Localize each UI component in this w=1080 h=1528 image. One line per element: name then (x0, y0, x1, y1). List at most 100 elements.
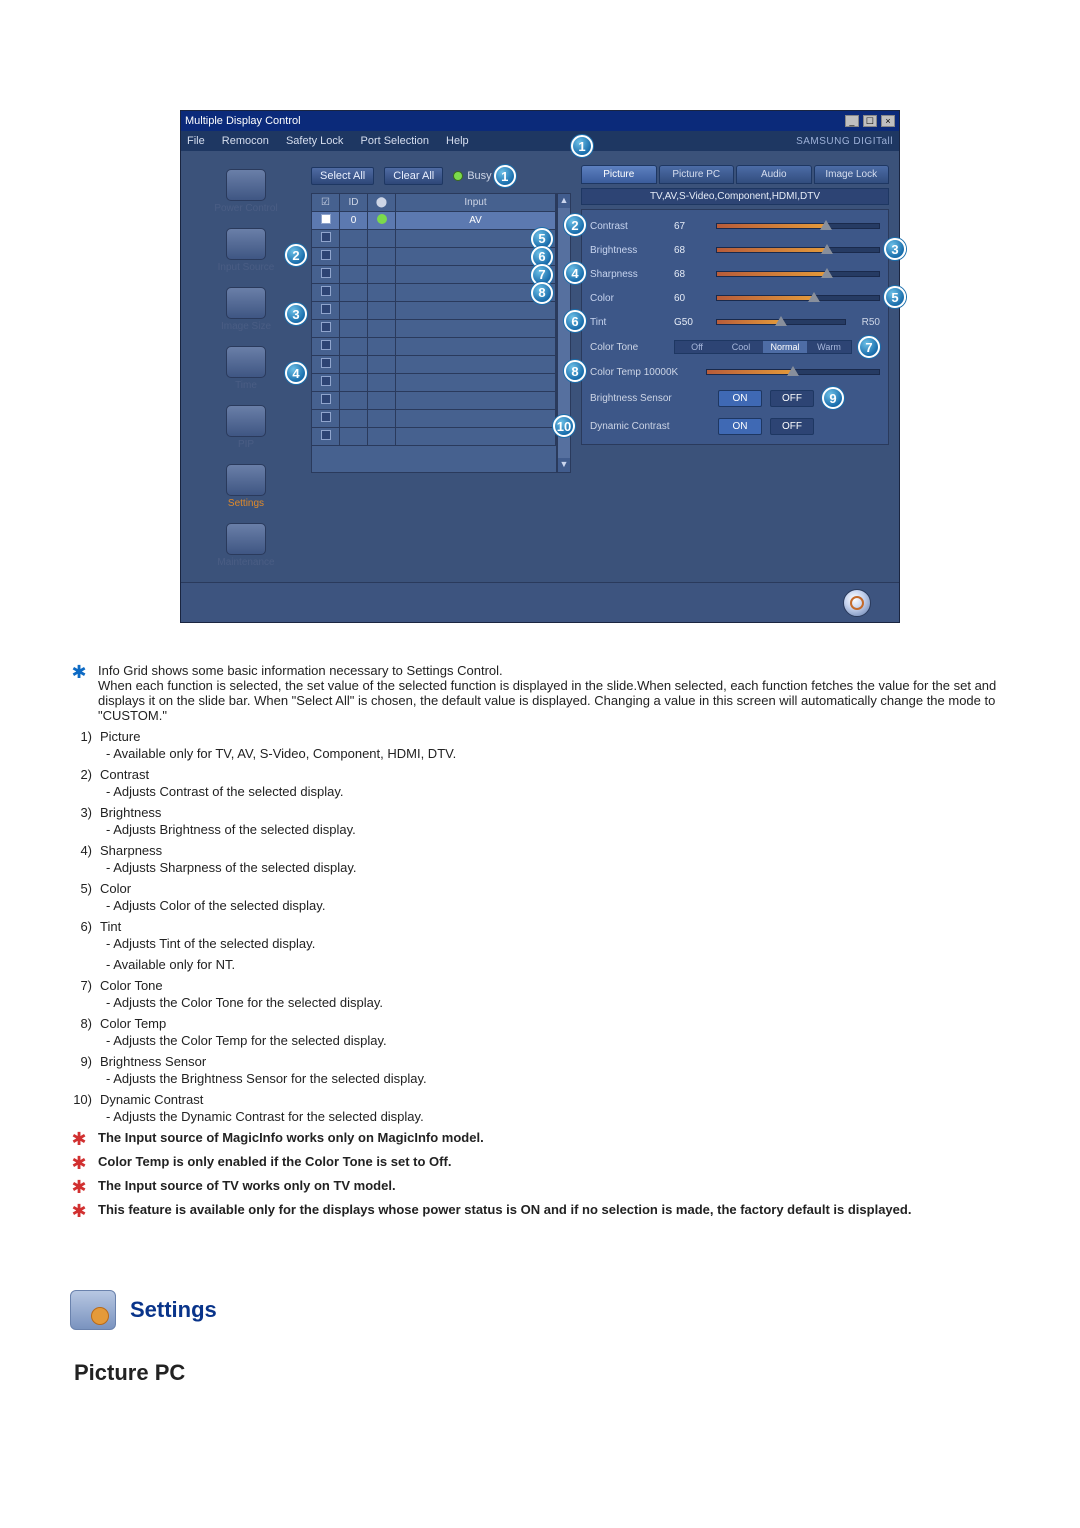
grid-row[interactable]: 6 (312, 248, 556, 266)
tab-audio[interactable]: Audio (736, 165, 812, 184)
row-checkbox[interactable] (321, 214, 331, 224)
sidebar-item-settings[interactable]: Settings (191, 460, 301, 513)
color-tone-segmented[interactable]: Off Cool Normal Warm (674, 340, 852, 354)
color-label: Color (590, 293, 668, 304)
desc-item-sub: - Adjusts the Color Tone for the selecte… (106, 995, 1010, 1010)
tint-row: 6 Tint G50 R50 (590, 312, 880, 332)
desc-item-title: Tint (100, 919, 1010, 934)
color-slider[interactable] (716, 295, 880, 301)
close-button[interactable]: × (881, 115, 895, 127)
scroll-down-icon[interactable]: ▼ (558, 458, 570, 472)
color-tone-normal[interactable]: Normal (763, 341, 807, 353)
info-grid[interactable]: ☑ ID ⬤ Input 0 AV 5 (311, 193, 557, 473)
grid-row[interactable] (312, 428, 556, 446)
busy-label: Busy (467, 170, 491, 182)
time-icon (226, 346, 266, 378)
help-power-button[interactable] (843, 589, 871, 617)
desc-item: 4)Sharpness (70, 843, 1010, 858)
brand-label: SAMSUNG DIGITall (796, 136, 893, 147)
clear-all-button[interactable]: Clear All (384, 167, 443, 185)
sidebar-label: Input Source (191, 262, 301, 273)
titlebar: Multiple Display Control _ ☐ × (181, 111, 899, 131)
sidebar-item-power[interactable]: Power Control (191, 165, 301, 218)
grid-row[interactable] (312, 356, 556, 374)
color-tone-off[interactable]: Off (675, 341, 719, 353)
sidebar-item-image-size[interactable]: Image Size 3 (191, 283, 301, 336)
desc-item-sub: - Adjusts Brightness of the selected dis… (106, 822, 1010, 837)
grid-row[interactable]: 5 (312, 230, 556, 248)
desc-item-number: 1) (70, 729, 92, 744)
callout-r3: 3 (884, 238, 906, 260)
color-temp-label: Color Temp 10000K (590, 367, 700, 378)
minimize-button[interactable]: _ (845, 115, 859, 127)
desc-item-sub: - Adjusts Tint of the selected display. (106, 936, 1010, 951)
tint-slider[interactable] (716, 319, 846, 325)
menu-remocon[interactable]: Remocon (222, 135, 269, 147)
sidebar-item-input[interactable]: Input Source 2 (191, 224, 301, 277)
sidebar-label: Maintenance (191, 557, 301, 568)
grid-row[interactable]: 8 (312, 284, 556, 302)
brightness-label: Brightness (590, 245, 668, 256)
desc-item-title: Color Temp (100, 1016, 1010, 1031)
color-tone-cool[interactable]: Cool (719, 341, 763, 353)
dynamic-contrast-on[interactable]: ON (718, 418, 762, 435)
sidebar: Power Control Input Source 2 Image Size … (191, 165, 301, 572)
tab-image-lock[interactable]: Image Lock (814, 165, 890, 184)
sharpness-slider[interactable] (716, 271, 880, 277)
note-text: This feature is available only for the d… (98, 1202, 911, 1217)
callout-r4: 4 (564, 262, 586, 284)
color-row: Color 60 5 (590, 288, 880, 308)
grid-row[interactable] (312, 410, 556, 428)
callout-3: 3 (285, 303, 307, 325)
desc-item-title: Color Tone (100, 978, 1010, 993)
callout-2: 2 (285, 244, 307, 266)
scroll-up-icon[interactable]: ▲ (558, 194, 570, 208)
description-block: ✱ Info Grid shows some basic information… (70, 663, 1010, 1386)
menu-port-selection[interactable]: Port Selection (360, 135, 428, 147)
desc-item: 9)Brightness Sensor (70, 1054, 1010, 1069)
grid-row[interactable]: 7 (312, 266, 556, 284)
desc-item-sub: - Adjusts the Color Temp for the selecte… (106, 1033, 1010, 1048)
brightness-sensor-row: Brightness Sensor ON OFF 9 (590, 386, 880, 410)
input-source-icon (226, 228, 266, 260)
grid-row[interactable] (312, 392, 556, 410)
dynamic-contrast-row: 10 Dynamic Contrast ON OFF (590, 414, 880, 438)
menu-safety-lock[interactable]: Safety Lock (286, 135, 343, 147)
intro-text: Info Grid shows some basic information n… (98, 663, 1010, 723)
grid-row[interactable] (312, 338, 556, 356)
contrast-row: 2 Contrast 67 (590, 216, 880, 236)
callout-4: 4 (285, 362, 307, 384)
brightness-sensor-off[interactable]: OFF (770, 390, 814, 407)
grid-row[interactable] (312, 320, 556, 338)
desc-item-number: 8) (70, 1016, 92, 1031)
desc-item-title: Sharpness (100, 843, 1010, 858)
select-all-button[interactable]: Select All (311, 167, 374, 185)
desc-item-sub: - Adjusts Contrast of the selected displ… (106, 784, 1010, 799)
sidebar-item-pip[interactable]: PIP (191, 401, 301, 454)
star-icon: ✱ (70, 1154, 88, 1172)
grid-row[interactable] (312, 302, 556, 320)
tab-picture[interactable]: Picture (581, 165, 657, 184)
dynamic-contrast-off[interactable]: OFF (770, 418, 814, 435)
grid-row[interactable] (312, 374, 556, 392)
brightness-slider[interactable] (716, 247, 880, 253)
menu-file[interactable]: File (187, 135, 205, 147)
tab-picture-pc[interactable]: Picture PC (659, 165, 735, 184)
callout-r8: 8 (564, 360, 586, 382)
maximize-button[interactable]: ☐ (863, 115, 877, 127)
sidebar-label: Settings (191, 498, 301, 509)
desc-item-title: Brightness Sensor (100, 1054, 1010, 1069)
note-line: ✱The Input source of MagicInfo works onl… (70, 1130, 1010, 1148)
brightness-sensor-on[interactable]: ON (718, 390, 762, 407)
sidebar-item-time[interactable]: Time 4 (191, 342, 301, 395)
contrast-label: Contrast (590, 221, 668, 232)
sidebar-item-maintenance[interactable]: Maintenance (191, 519, 301, 572)
desc-item: 1)Picture (70, 729, 1010, 744)
grid-row[interactable]: 0 AV (312, 212, 556, 230)
color-temp-slider[interactable] (706, 369, 880, 375)
menu-help[interactable]: Help (446, 135, 469, 147)
desc-item-number: 10) (70, 1092, 92, 1107)
contrast-slider[interactable] (716, 223, 880, 229)
page-subtitle: Picture PC (74, 1360, 1010, 1386)
color-tone-warm[interactable]: Warm (807, 341, 851, 353)
